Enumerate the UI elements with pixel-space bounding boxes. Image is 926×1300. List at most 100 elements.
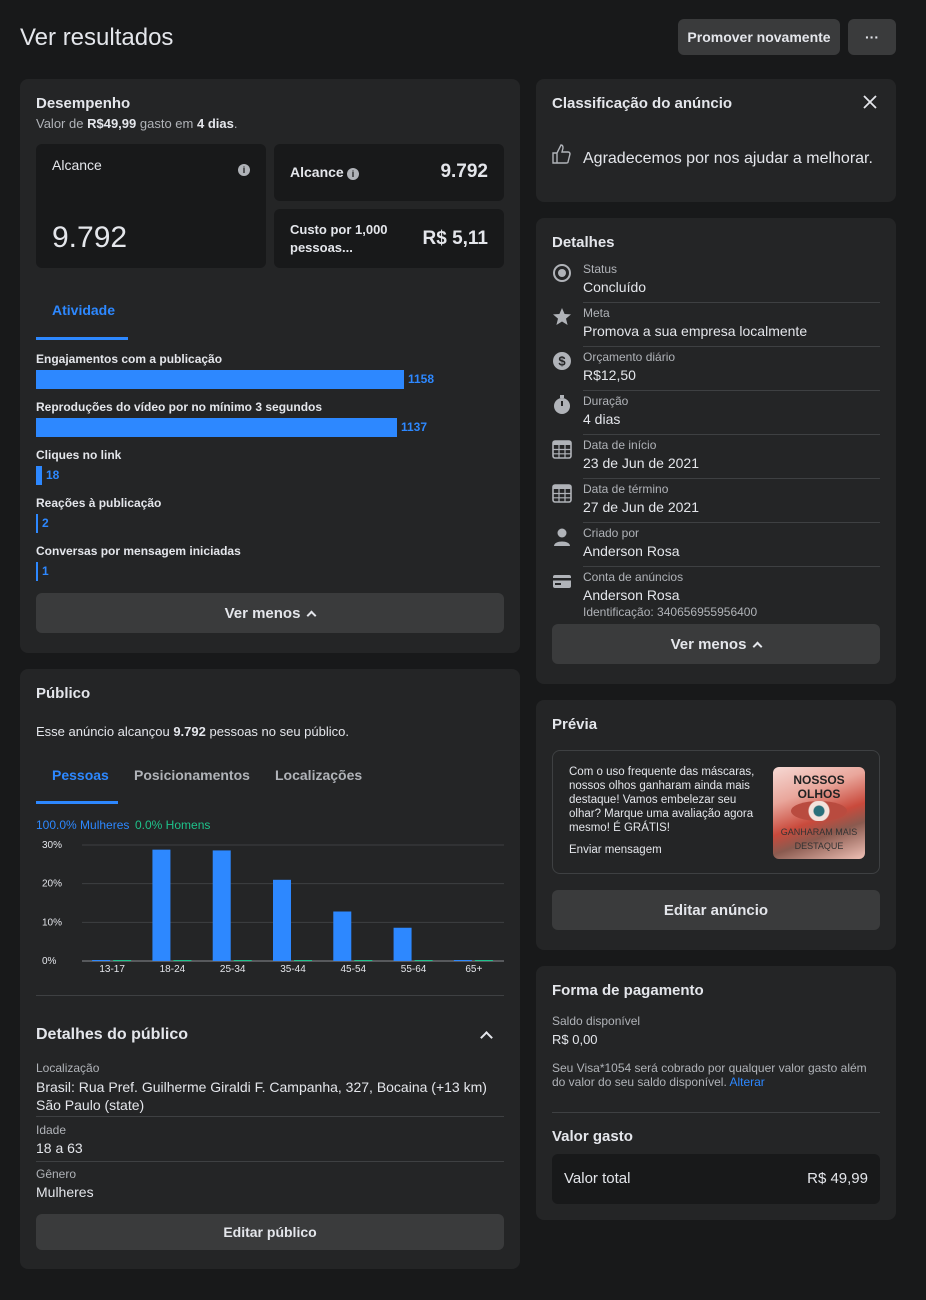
detail-separator [583, 302, 880, 303]
bar-women[interactable] [152, 849, 171, 961]
edit-ad-button[interactable]: Editar anúncio [552, 890, 880, 930]
activity-value: 18 [46, 468, 60, 482]
audience-reach-value: 9.792 [173, 724, 206, 739]
detail-label: Duração [583, 394, 629, 408]
reach-small-label: Alcance [290, 164, 344, 180]
x-tick-label: 25-34 [220, 964, 246, 975]
reach-value: 9.792 [52, 221, 128, 254]
bar-women[interactable] [212, 850, 231, 961]
location-value: Brasil: Rua Pref. Guilherme Giraldi F. C… [36, 1079, 487, 1113]
bar-women[interactable] [333, 911, 352, 961]
detail-label: Status [583, 262, 618, 276]
chevron-up-icon [306, 610, 317, 620]
detail-separator [583, 434, 880, 435]
subtitle-end: . [233, 116, 238, 131]
bar-men[interactable] [233, 960, 252, 961]
ad-preview-text: Com o uso frequente das máscaras, nossos… [569, 766, 755, 834]
account-id: Identificação: 340656955956400 [583, 605, 758, 619]
cost-value: R$ 5,11 [422, 228, 489, 249]
bar-men[interactable] [173, 960, 192, 961]
detail-value: 23 de Jun de 2021 [583, 455, 699, 471]
cost-box: Custo por 1,000 pessoas... R$ 5,11 [274, 209, 504, 268]
audience-sep [36, 1161, 504, 1162]
bar-men[interactable] [294, 960, 312, 961]
info-icon[interactable]: i [238, 164, 250, 176]
detail-label: Data de término [583, 482, 669, 496]
activity-bar [36, 562, 38, 581]
detail-value: R$12,50 [583, 367, 636, 383]
bar-women[interactable] [273, 879, 291, 961]
x-tick-label: 55-64 [401, 964, 427, 975]
tab-placements[interactable]: Posicionamentos [134, 767, 250, 783]
audience-details-title: Detalhes do público [36, 1026, 189, 1043]
activity-bar [36, 370, 404, 389]
balance-label: Saldo disponível [552, 1014, 641, 1028]
close-icon[interactable] [862, 94, 878, 110]
info-icon[interactable]: i [347, 168, 359, 180]
audience-title: Público [36, 685, 91, 702]
detail-value: 27 de Jun de 2021 [583, 499, 699, 515]
legend-women: 100.0% Mulheres [36, 818, 130, 832]
chart-divider [36, 995, 504, 996]
bar-men[interactable] [113, 960, 132, 961]
tab-people-underline [36, 801, 118, 804]
details-card: Detalhes Status Concluído Meta Promova a su… [536, 218, 896, 684]
activity-bar [36, 514, 38, 533]
ad-preview[interactable]: Com o uso frequente das máscaras, nossos… [552, 750, 880, 874]
y-tick-label: 20% [42, 879, 62, 890]
performance-subtitle: Valor de R$49,99 gasto em 4 dias. [36, 116, 237, 131]
more-options-button[interactable]: ··· [848, 19, 896, 55]
activity-value: 1158 [408, 372, 435, 386]
alter-link[interactable]: Alterar [729, 1075, 764, 1089]
reach-small-box: Alcance i 9.792 [274, 144, 504, 201]
subtitle-mid: gasto em [139, 116, 194, 131]
tab-people[interactable]: Pessoas [52, 767, 109, 783]
bar-men[interactable] [414, 960, 433, 961]
promote-again-button[interactable]: Promover novamente [678, 19, 840, 55]
star-icon [552, 307, 572, 327]
subtitle-prefix: Valor de [36, 116, 84, 131]
activity-label: Conversas por mensagem iniciadas [36, 544, 241, 558]
spent-title: Valor gasto [552, 1128, 633, 1145]
activity-label: Reações à publicação [36, 496, 162, 510]
payment-divider [552, 1112, 880, 1113]
bar-men[interactable] [354, 960, 373, 961]
bar-men[interactable] [474, 960, 493, 961]
age-value: 18 a 63 [36, 1140, 83, 1156]
svg-text:$: $ [558, 354, 566, 369]
detail-value: Anderson Rosa [583, 543, 680, 559]
edit-audience-button[interactable]: Editar público [36, 1214, 504, 1250]
total-box: Valor total R$ 49,99 [552, 1154, 880, 1204]
activity-bar [36, 466, 42, 485]
detail-label: Orçamento diário [583, 350, 676, 364]
bar-women[interactable] [393, 927, 412, 961]
rating-card: Classificação do anúncio Agradecemos por… [536, 79, 896, 202]
bar-women[interactable] [92, 960, 111, 961]
location-label: Localização [36, 1061, 100, 1075]
detail-value: Promova a sua empresa localmente [583, 323, 808, 339]
audience-reach-suffix: pessoas no seu público. [209, 724, 349, 739]
x-tick-label: 35-44 [280, 964, 306, 975]
details-see-less-label: Ver menos [670, 635, 747, 653]
activity-value: 1137 [401, 420, 428, 434]
audience-sep [36, 1116, 504, 1117]
gender-label: Gênero [36, 1167, 77, 1181]
see-less-button[interactable]: Ver menos [36, 593, 504, 633]
x-tick-label: 65+ [465, 964, 482, 975]
y-tick-label: 0% [42, 956, 57, 967]
chevron-up-icon[interactable] [480, 1031, 493, 1044]
tab-activity[interactable]: Atividade [52, 302, 115, 318]
details-see-less-button[interactable]: Ver menos [552, 624, 880, 664]
details-title: Detalhes [552, 234, 615, 251]
performance-card: Desempenho Valor de R$49,99 gasto em 4 d… [20, 79, 520, 653]
bar-women[interactable] [453, 960, 472, 961]
audience-reach-text: Esse anúncio alcançou 9.792 pessoas no s… [36, 724, 349, 739]
tab-locations[interactable]: Localizações [275, 767, 362, 783]
calendar-icon [552, 439, 572, 459]
age-label: Idade [36, 1123, 67, 1137]
activity-label: Cliques no link [36, 448, 122, 462]
status-icon [552, 263, 572, 283]
rating-thanks: Agradecemos por nos ajudar a melhorar. [583, 150, 873, 167]
cost-label: Custo por 1,000 pessoas... [290, 222, 388, 255]
x-tick-label: 18-24 [160, 964, 186, 975]
